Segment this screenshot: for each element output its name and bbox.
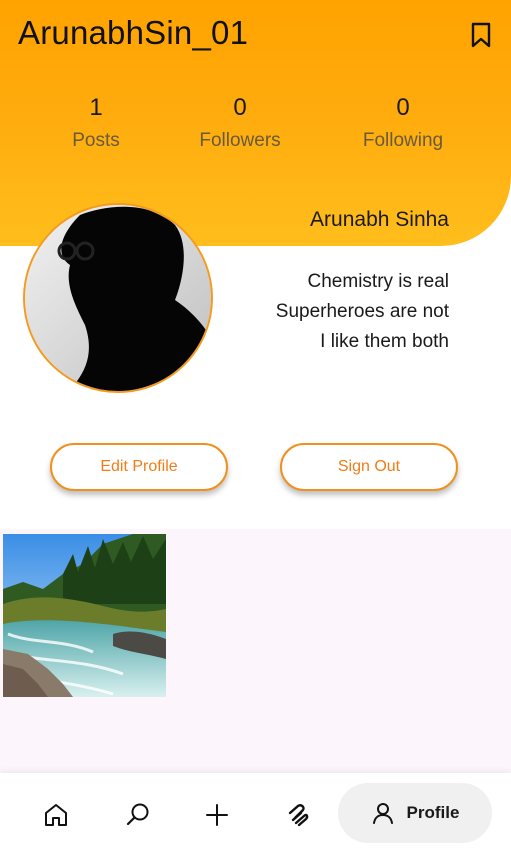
profile-icon — [372, 803, 393, 824]
bio-line: I like them both — [320, 331, 449, 352]
followers-count: 0 — [233, 94, 247, 121]
sign-out-button[interactable]: Sign Out — [280, 443, 458, 491]
followers-label: Followers — [199, 130, 281, 151]
feed-icon[interactable] — [278, 795, 318, 835]
stat-following[interactable]: 0 Following — [333, 94, 473, 152]
stat-followers[interactable]: 0 Followers — [170, 94, 310, 152]
home-icon[interactable] — [36, 795, 76, 835]
username: ArunabhSin_01 — [18, 14, 249, 51]
bio: Chemistry is real Superheroes are not I … — [276, 267, 449, 357]
nav-profile-tab[interactable]: Profile — [338, 783, 492, 843]
bookmark-icon[interactable] — [468, 20, 494, 50]
posts-grid — [0, 529, 511, 774]
posts-label: Posts — [72, 130, 120, 151]
search-icon[interactable] — [118, 795, 158, 835]
posts-count: 1 — [89, 94, 103, 121]
following-count: 0 — [396, 94, 410, 121]
avatar[interactable] — [23, 203, 213, 393]
post-thumbnail[interactable] — [3, 534, 166, 697]
bio-line: Superheroes are not — [275, 301, 449, 322]
edit-profile-button[interactable]: Edit Profile — [50, 443, 228, 491]
plus-icon[interactable] — [197, 795, 237, 835]
following-label: Following — [362, 130, 444, 151]
nav-profile-label: Profile — [406, 803, 460, 822]
stat-posts[interactable]: 1 Posts — [26, 94, 166, 152]
bio-line: Chemistry is real — [307, 271, 449, 292]
bottom-nav: Profile — [0, 773, 511, 855]
display-name: Arunabh Sinha — [310, 208, 449, 231]
